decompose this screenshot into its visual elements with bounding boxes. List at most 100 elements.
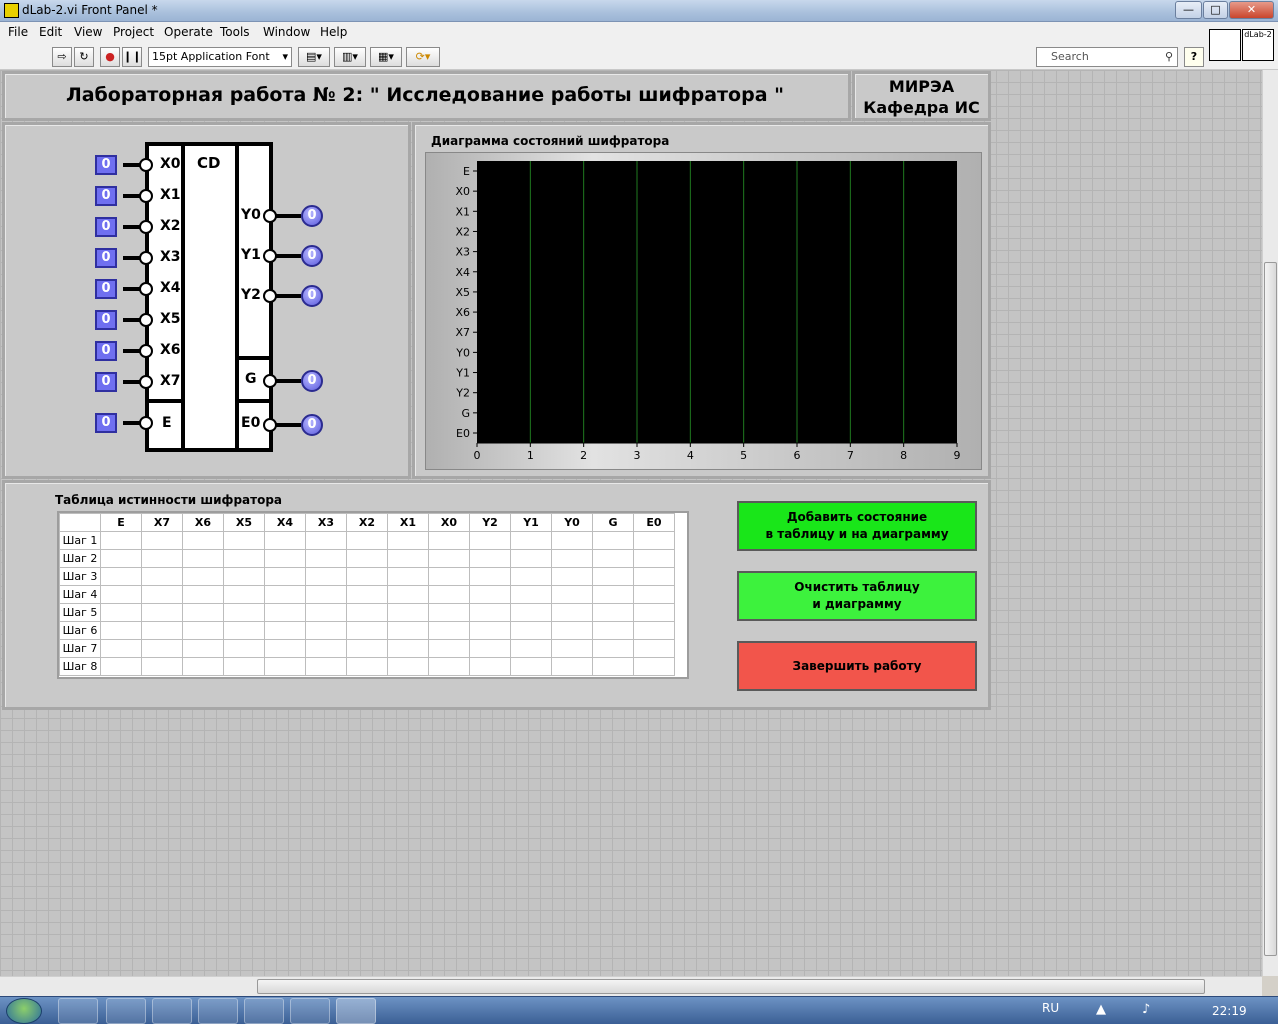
resize-objects-button[interactable]: ▦▾ — [370, 47, 402, 67]
table-cell[interactable] — [223, 657, 265, 676]
table-cell[interactable] — [182, 549, 224, 568]
table-cell[interactable] — [100, 531, 142, 550]
table-cell[interactable] — [141, 603, 183, 622]
reorder-button[interactable]: ⟳▾ — [406, 47, 440, 67]
menu-project[interactable]: Project — [113, 25, 154, 39]
table-cell[interactable] — [510, 567, 552, 586]
table-cell[interactable] — [223, 621, 265, 640]
table-cell[interactable] — [264, 603, 306, 622]
table-cell[interactable] — [428, 603, 470, 622]
table-cell[interactable] — [182, 621, 224, 640]
table-cell[interactable] — [633, 603, 675, 622]
table-cell[interactable] — [141, 567, 183, 586]
menu-operate[interactable]: Operate — [164, 25, 213, 39]
table-cell[interactable] — [346, 585, 388, 604]
maximize-button[interactable]: □ — [1203, 1, 1228, 19]
table-cell[interactable] — [633, 639, 675, 658]
table-cell[interactable] — [305, 621, 347, 640]
table-cell[interactable] — [100, 639, 142, 658]
table-cell[interactable] — [100, 567, 142, 586]
table-cell[interactable] — [592, 639, 634, 658]
table-cell[interactable] — [141, 657, 183, 676]
add-state-button[interactable]: Добавить состояние в таблицу и на диаграм… — [737, 501, 977, 551]
table-cell[interactable] — [510, 621, 552, 640]
table-cell[interactable] — [346, 567, 388, 586]
pause-button[interactable]: ❙❙ — [122, 47, 142, 67]
menu-file[interactable]: File — [8, 25, 28, 39]
vi-icon[interactable]: dLab-2 — [1242, 29, 1274, 61]
align-objects-button[interactable]: ▤▾ — [298, 47, 330, 67]
input-x7-control[interactable]: 0 — [95, 372, 117, 392]
table-cell[interactable] — [182, 603, 224, 622]
table-cell[interactable] — [469, 549, 511, 568]
table-cell[interactable] — [551, 585, 593, 604]
distribute-objects-button[interactable]: ▥▾ — [334, 47, 366, 67]
horizontal-scroll-thumb[interactable] — [257, 979, 1205, 994]
table-cell[interactable] — [469, 603, 511, 622]
skype-icon[interactable] — [244, 998, 284, 1024]
menu-edit[interactable]: Edit — [39, 25, 62, 39]
table-cell[interactable] — [551, 603, 593, 622]
table-cell[interactable] — [264, 531, 306, 550]
menu-view[interactable]: View — [74, 25, 102, 39]
table-cell[interactable] — [428, 567, 470, 586]
ie-icon[interactable] — [58, 998, 98, 1024]
table-cell[interactable] — [592, 549, 634, 568]
tray-network-icon[interactable]: ▲ — [1096, 1002, 1106, 1017]
table-cell[interactable] — [100, 549, 142, 568]
table-cell[interactable] — [346, 639, 388, 658]
table-cell[interactable] — [141, 621, 183, 640]
yandex-browser-icon[interactable] — [198, 998, 238, 1024]
table-cell[interactable] — [469, 531, 511, 550]
table-cell[interactable] — [510, 657, 552, 676]
run-button[interactable]: ⇨ — [52, 47, 72, 67]
table-cell[interactable] — [633, 585, 675, 604]
input-x6-control[interactable]: 0 — [95, 341, 117, 361]
clear-table-button[interactable]: Очистить таблицу и диаграмму — [737, 571, 977, 621]
table-cell[interactable] — [551, 621, 593, 640]
table-cell[interactable] — [223, 549, 265, 568]
table-cell[interactable] — [305, 657, 347, 676]
table-cell[interactable] — [264, 567, 306, 586]
input-x4-control[interactable]: 0 — [95, 279, 117, 299]
table-cell[interactable] — [387, 639, 429, 658]
table-cell[interactable] — [223, 639, 265, 658]
table-cell[interactable] — [264, 585, 306, 604]
table-cell[interactable] — [592, 603, 634, 622]
truth-table[interactable]: E X7 X6 X5 X4 X3 X2 X1 X0 Y2 Y1 Y0 G E0 Шаг 1 Шаг 2 Шаг… — [59, 513, 675, 676]
input-x2-control[interactable]: 0 — [95, 217, 117, 237]
table-cell[interactable] — [141, 639, 183, 658]
table-cell[interactable] — [551, 657, 593, 676]
table-cell[interactable] — [592, 621, 634, 640]
explorer-icon[interactable] — [106, 998, 146, 1024]
input-x1-control[interactable]: 0 — [95, 186, 117, 206]
table-cell[interactable] — [305, 567, 347, 586]
table-cell[interactable] — [592, 657, 634, 676]
vertical-scrollbar[interactable] — [1262, 70, 1278, 976]
table-cell[interactable] — [592, 567, 634, 586]
table-cell[interactable] — [551, 567, 593, 586]
table-cell[interactable] — [428, 585, 470, 604]
table-cell[interactable] — [510, 585, 552, 604]
table-cell[interactable] — [469, 657, 511, 676]
menu-tools[interactable]: Tools — [220, 25, 250, 39]
table-cell[interactable] — [346, 549, 388, 568]
search-box[interactable]: Search ⚲ — [1036, 47, 1178, 67]
table-cell[interactable] — [387, 567, 429, 586]
font-selector[interactable]: 15pt Application Font ▾ — [148, 47, 292, 67]
table-cell[interactable] — [469, 567, 511, 586]
table-cell[interactable] — [305, 639, 347, 658]
table-cell[interactable] — [305, 549, 347, 568]
table-cell[interactable] — [633, 549, 675, 568]
table-cell[interactable] — [469, 585, 511, 604]
table-cell[interactable] — [264, 657, 306, 676]
table-cell[interactable] — [346, 621, 388, 640]
table-cell[interactable] — [428, 531, 470, 550]
table-cell[interactable] — [346, 657, 388, 676]
table-cell[interactable] — [387, 657, 429, 676]
connector-pane[interactable] — [1209, 29, 1241, 61]
word-icon[interactable] — [290, 998, 330, 1024]
table-cell[interactable] — [633, 657, 675, 676]
labview-taskbar-icon[interactable] — [336, 998, 376, 1024]
input-x5-control[interactable]: 0 — [95, 310, 117, 330]
